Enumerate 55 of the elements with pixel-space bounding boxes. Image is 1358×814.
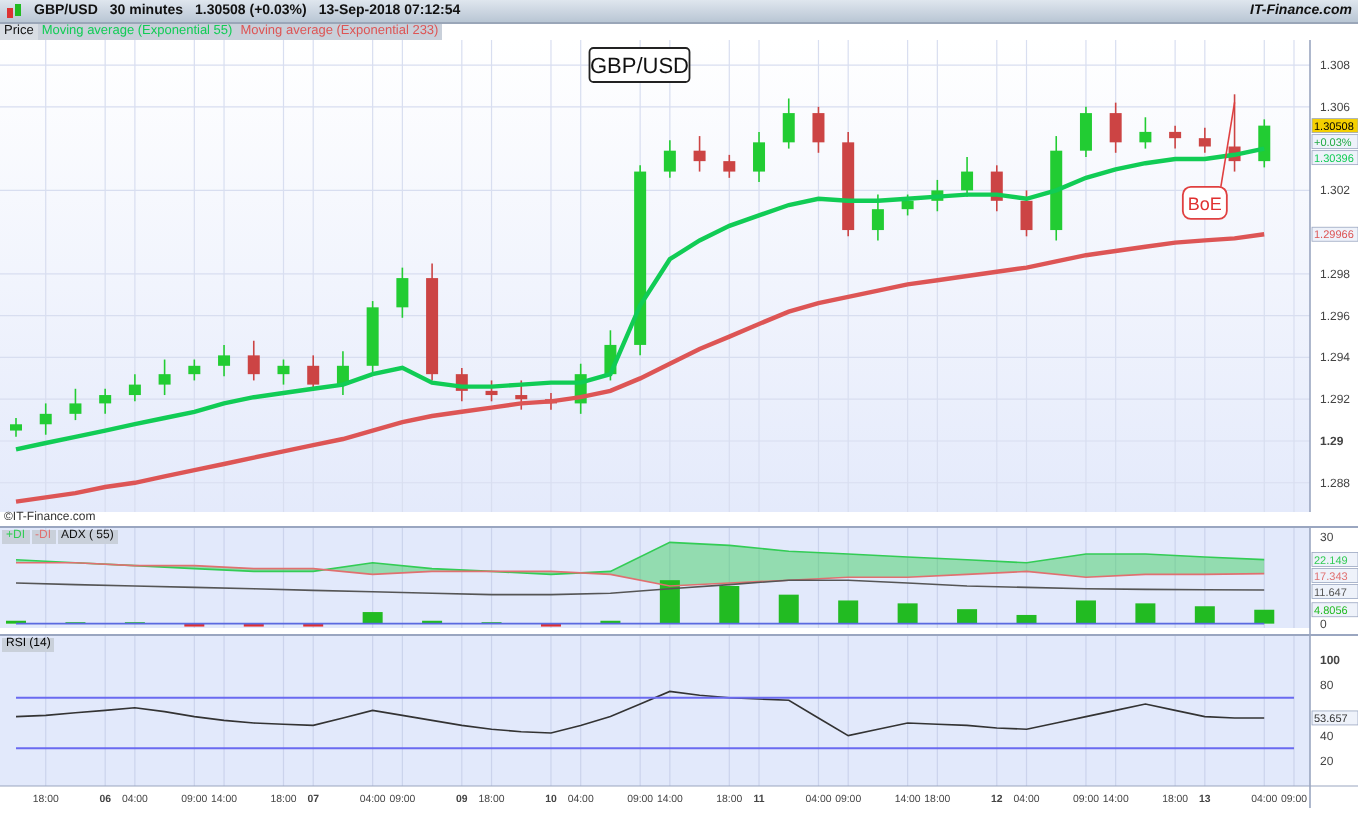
candlestick — [426, 262, 439, 382]
candlestick — [753, 131, 765, 183]
candlestick — [1020, 189, 1033, 238]
candlestick — [396, 266, 409, 319]
candlestick — [693, 135, 706, 173]
candlestick — [515, 379, 528, 411]
candlestick — [812, 106, 825, 154]
histogram-bar — [719, 585, 740, 624]
candlestick — [188, 358, 201, 382]
candlestick — [1228, 93, 1241, 173]
candlestick — [128, 373, 141, 403]
candlestick — [990, 164, 1003, 213]
candlestick — [961, 156, 974, 198]
candlestick — [1050, 135, 1063, 242]
chart-title: GBP/USD — [588, 47, 691, 83]
candlestick — [545, 392, 557, 411]
candlestick — [871, 193, 884, 242]
candlestick — [277, 358, 290, 386]
candlestick — [336, 350, 349, 396]
leader-line — [1220, 101, 1236, 188]
candlestick — [931, 179, 944, 213]
histogram-bar — [838, 600, 859, 624]
candlestick — [1169, 124, 1182, 150]
histogram-bar — [1135, 603, 1156, 624]
candlestick — [218, 344, 231, 378]
candlestick — [455, 367, 468, 403]
candlestick — [574, 362, 587, 415]
candlestick — [69, 387, 82, 421]
candlestick — [99, 387, 112, 415]
candlestick — [604, 329, 617, 382]
candlestick — [1258, 118, 1271, 169]
candlestick — [782, 97, 795, 150]
histogram-bar — [1194, 606, 1215, 624]
candlestick — [39, 402, 52, 436]
candlestick — [842, 131, 855, 238]
candlestick — [1109, 101, 1122, 154]
candlestick — [723, 154, 736, 179]
candlestick-icon — [6, 2, 22, 20]
candlestick — [485, 379, 498, 403]
candlestick — [1139, 116, 1152, 150]
candlestick — [247, 339, 260, 382]
histogram-bar — [1016, 614, 1037, 624]
candlestick — [307, 354, 320, 392]
histogram-bar — [362, 612, 383, 624]
annotation: BoE — [1187, 193, 1222, 214]
candlestick — [901, 193, 914, 217]
candlestick — [1079, 106, 1092, 158]
histogram-bar — [957, 609, 978, 624]
histogram-bar — [897, 603, 918, 624]
histogram-bar — [1075, 600, 1096, 624]
candlestick — [1198, 126, 1211, 154]
callout-label: BoE — [1181, 186, 1228, 220]
candlestick — [10, 417, 22, 438]
candlestick — [158, 358, 171, 396]
candlestick — [663, 139, 676, 179]
